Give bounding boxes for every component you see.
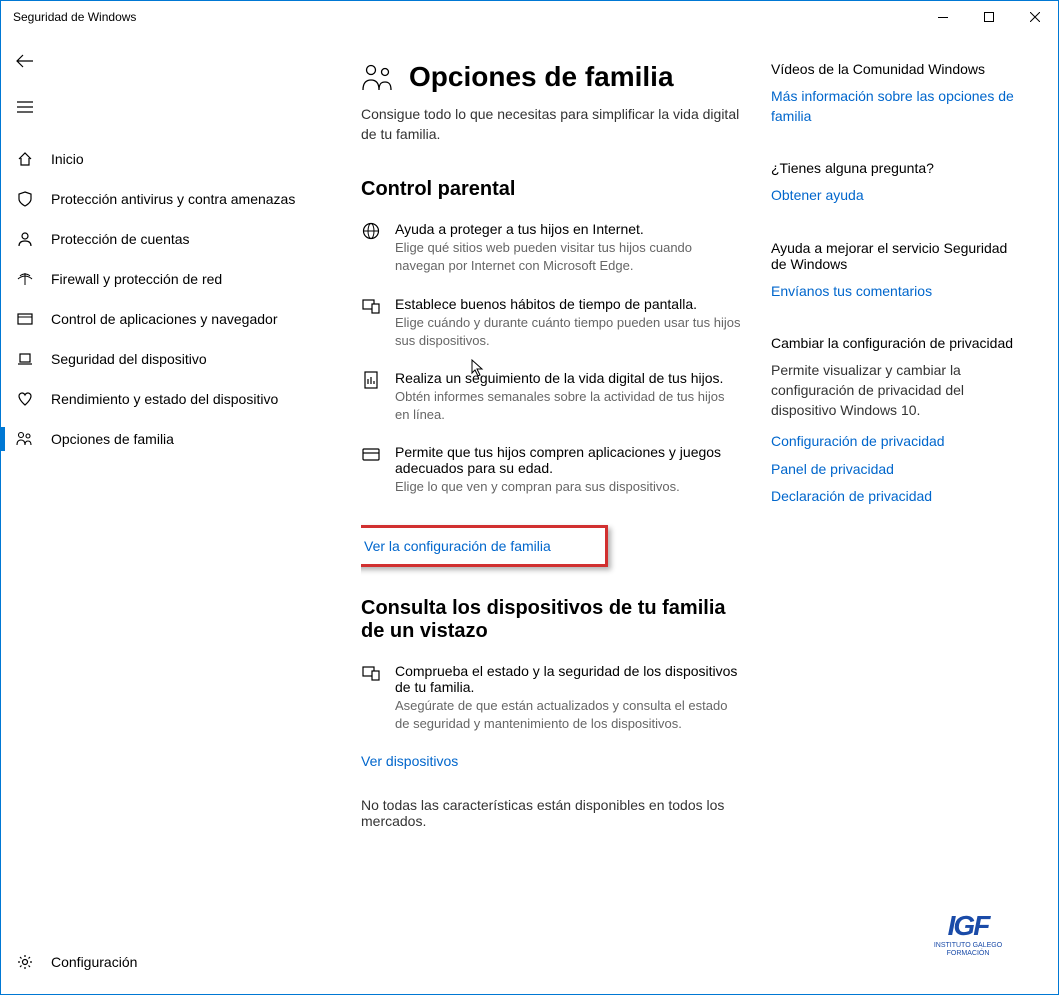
feature-title: Ayuda a proteger a tus hijos en Internet… — [395, 221, 741, 237]
feature-desc: Elige lo que ven y compran para sus disp… — [395, 478, 741, 496]
hamburger-button[interactable] — [1, 87, 49, 127]
family-settings-link[interactable]: Ver la configuración de familia — [364, 538, 551, 554]
nav-label: Opciones de familia — [51, 431, 174, 447]
globe-icon — [361, 221, 381, 241]
nav-item-family[interactable]: Opciones de familia — [1, 419, 361, 459]
nav-label: Protección de cuentas — [51, 231, 190, 247]
nav-item-device[interactable]: Seguridad del dispositivo — [1, 339, 361, 379]
feature-desc: Elige cuándo y durante cuánto tiempo pue… — [395, 314, 741, 350]
page-title: Opciones de familia — [409, 61, 674, 93]
logo-badge: IGF INSTITUTO GALEGO FORMACIÓN — [908, 904, 1028, 964]
nav-label: Firewall y protección de red — [51, 271, 222, 287]
person-icon — [15, 229, 35, 249]
laptop-icon — [15, 349, 35, 369]
nav-item-home[interactable]: Inicio — [1, 139, 361, 179]
feature-purchase: Permite que tus hijos compren aplicacion… — [361, 444, 741, 496]
community-link[interactable]: Más información sobre las opciones de fa… — [771, 87, 1021, 126]
gear-icon — [15, 952, 35, 972]
hamburger-icon — [17, 101, 33, 113]
aside-privacy: Cambiar la configuración de privacidad P… — [771, 335, 1021, 507]
nav-label: Configuración — [51, 954, 137, 970]
feature-desc: Obtén informes semanales sobre la activi… — [395, 388, 741, 424]
page-header: Opciones de familia — [361, 61, 741, 93]
minimize-icon — [938, 17, 948, 18]
main-area: Opciones de familia Consigue todo lo que… — [361, 33, 1058, 994]
nav-item-health[interactable]: Rendimiento y estado del dispositivo — [1, 379, 361, 419]
nav-label: Protección antivirus y contra amenazas — [51, 191, 295, 207]
aside-improve: Ayuda a mejorar el servicio Seguridad de… — [771, 240, 1021, 302]
heart-icon — [15, 389, 35, 409]
maximize-icon — [984, 12, 994, 22]
titlebar-buttons — [920, 1, 1058, 33]
feature-screentime: Establece buenos hábitos de tiempo de pa… — [361, 296, 741, 350]
aside-title: Cambiar la configuración de privacidad — [771, 335, 1021, 351]
feature-title: Permite que tus hijos compren aplicacion… — [395, 444, 741, 476]
nav-item-virus[interactable]: Protección antivirus y contra amenazas — [1, 179, 361, 219]
nav-label: Seguridad del dispositivo — [51, 351, 207, 367]
devices-check-icon — [361, 663, 381, 683]
help-link[interactable]: Obtener ayuda — [771, 186, 1021, 206]
nav-item-firewall[interactable]: Firewall y protección de red — [1, 259, 361, 299]
back-button[interactable] — [1, 41, 49, 81]
page-subtitle: Consigue todo lo que necesitas para simp… — [361, 105, 741, 144]
feature-internet: Ayuda a proteger a tus hijos en Internet… — [361, 221, 741, 275]
section-devices-title: Consulta los dispositivos de tu familia … — [361, 597, 741, 643]
logo-sub2: FORMACIÓN — [947, 950, 990, 958]
logo-sub1: INSTITUTO GALEGO — [934, 942, 1002, 950]
network-icon — [15, 269, 35, 289]
nav-list: Inicio Protección antivirus y contra ame… — [1, 139, 361, 942]
feedback-link[interactable]: Envíanos tus comentarios — [771, 282, 1021, 302]
feature-title: Realiza un seguimiento de la vida digita… — [395, 370, 741, 386]
arrow-left-icon — [16, 54, 34, 68]
home-icon — [15, 149, 35, 169]
privacy-panel-link[interactable]: Panel de privacidad — [771, 460, 1021, 480]
aside-title: ¿Tienes alguna pregunta? — [771, 160, 1021, 176]
close-button[interactable] — [1012, 1, 1058, 33]
nav-item-appbrowser[interactable]: Control de aplicaciones y navegador — [1, 299, 361, 339]
nav-label: Inicio — [51, 151, 84, 167]
section-parental-title: Control parental — [361, 178, 741, 201]
close-icon — [1030, 12, 1040, 22]
aside-community: Vídeos de la Comunidad Windows Más infor… — [771, 61, 1021, 126]
feature-desc: Asegúrate de que están actualizados y co… — [395, 697, 741, 733]
aside-title: Ayuda a mejorar el servicio Seguridad de… — [771, 240, 1021, 272]
nav-label: Control de aplicaciones y navegador — [51, 311, 277, 327]
nav-item-account[interactable]: Protección de cuentas — [1, 219, 361, 259]
disclaimer-text: No todas las características están dispo… — [361, 797, 741, 829]
devices-icon — [361, 296, 381, 316]
feature-desc: Elige qué sitios web pueden visitar tus … — [395, 239, 741, 275]
sidebar: Inicio Protección antivirus y contra ame… — [1, 33, 361, 994]
logo-main: IGF — [948, 910, 989, 942]
feature-tracking: Realiza un seguimiento de la vida digita… — [361, 370, 741, 424]
app-icon — [15, 309, 35, 329]
nav-label: Rendimiento y estado del dispositivo — [51, 391, 278, 407]
maximize-button[interactable] — [966, 1, 1012, 33]
privacy-statement-link[interactable]: Declaración de privacidad — [771, 487, 1021, 507]
minimize-button[interactable] — [920, 1, 966, 33]
feature-title: Establece buenos hábitos de tiempo de pa… — [395, 296, 741, 312]
nav-item-settings[interactable]: Configuración — [1, 942, 361, 982]
cursor-icon — [471, 359, 485, 377]
report-icon — [361, 370, 381, 390]
feature-device-health: Comprueba el estado y la seguridad de lo… — [361, 663, 741, 733]
titlebar: Seguridad de Windows — [1, 1, 1058, 33]
feature-title: Comprueba el estado y la seguridad de lo… — [395, 663, 741, 695]
family-header-icon — [361, 63, 395, 91]
main-column: Opciones de familia Consigue todo lo que… — [361, 61, 761, 994]
highlighted-family-link-box: Ver la configuración de familia — [361, 525, 608, 567]
family-icon — [15, 429, 35, 449]
shield-icon — [15, 189, 35, 209]
window-title: Seguridad de Windows — [13, 10, 920, 24]
card-icon — [361, 444, 381, 464]
aside-column: Vídeos de la Comunidad Windows Más infor… — [761, 61, 1021, 994]
aside-help: ¿Tienes alguna pregunta? Obtener ayuda — [771, 160, 1021, 206]
aside-title: Vídeos de la Comunidad Windows — [771, 61, 1021, 77]
aside-desc: Permite visualizar y cambiar la configur… — [771, 361, 1021, 420]
view-devices-link[interactable]: Ver dispositivos — [361, 753, 741, 769]
privacy-settings-link[interactable]: Configuración de privacidad — [771, 432, 1021, 452]
